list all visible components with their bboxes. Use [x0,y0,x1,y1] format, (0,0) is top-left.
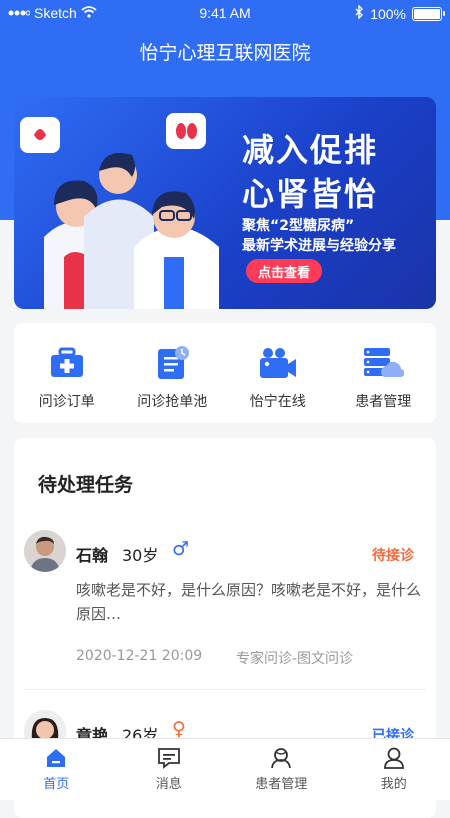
task-item[interactable]: 石翰 30岁 ♂ 待接诊 咳嗽老是不好，是什么原因？咳嗽老是不好，是什么原因… … [14,530,436,690]
quick-action-online[interactable]: 怡宁在线 [225,323,331,423]
banner-headline-1: 减入促排 [242,125,378,171]
banner-cta-button[interactable]: 点击查看 [246,259,322,283]
task-datetime: 2020-12-21 20:09 [76,648,202,664]
quick-action-label: 患者管理 [355,391,411,411]
video-camera-icon [258,346,298,380]
pending-tasks-title: 待处理任务 [38,470,133,497]
status-badge: 待接诊 [372,545,414,565]
tab-label: 消息 [156,773,182,792]
tab-label: 首页 [43,773,69,792]
tab-patients[interactable]: 患者管理 [225,739,338,800]
divider [24,689,426,690]
tab-home[interactable]: 首页 [0,739,113,800]
promo-banner[interactable]: 减入促排 心肾皆怡 聚焦“2型糖尿病” 最新学术进展与经验分享 点击查看 [14,97,436,309]
message-icon [157,747,181,769]
patient-age: 30岁 [122,542,158,566]
male-icon: ♂ [172,538,189,560]
quick-action-patients[interactable]: 患者管理 [331,323,437,423]
medical-kit-icon [49,347,85,379]
tab-profile[interactable]: 我的 [338,739,450,800]
page-title: 怡宁心理互联网医院 [0,38,450,65]
banner-subtitle-2: 最新学术进展与经验分享 [242,235,396,255]
database-cloud-icon [362,345,404,381]
doctors-illustration [14,97,244,309]
quick-action-orders[interactable]: 问诊订单 [14,323,120,423]
profile-icon [382,747,406,769]
quick-action-label: 问诊抢单池 [137,391,207,411]
patient-name: 石翰 [76,542,108,566]
female-icon: ♀ [172,718,186,740]
task-description: 咳嗽老是不好，是什么原因？咳嗽老是不好，是什么原因… [76,578,426,626]
battery-icon [412,7,442,21]
home-icon [45,747,67,769]
quick-action-grab-pool[interactable]: 问诊抢单池 [120,323,226,423]
banner-subtitle-1: 聚焦“2型糖尿病” [242,215,354,235]
task-consult-type: 专家问诊-图文问诊 [236,648,353,668]
status-bar: Sketch 9:41 AM 100% [0,0,450,28]
bottom-tab-bar: 首页 消息 患者管理 我的 [0,738,450,800]
avatar [24,530,66,572]
tab-messages[interactable]: 消息 [113,739,226,800]
battery-label: 100% [370,6,406,22]
tab-label: 患者管理 [255,773,307,792]
patient-icon [269,747,293,769]
banner-headline-2: 心肾皆怡 [242,169,378,215]
document-list-icon [154,345,190,381]
quick-action-label: 怡宁在线 [250,391,306,411]
quick-actions: 问诊订单 问诊抢单池 怡宁在线 [14,323,436,423]
tab-label: 我的 [381,773,407,792]
bluetooth-icon [355,5,364,22]
quick-action-label: 问诊订单 [39,391,95,411]
